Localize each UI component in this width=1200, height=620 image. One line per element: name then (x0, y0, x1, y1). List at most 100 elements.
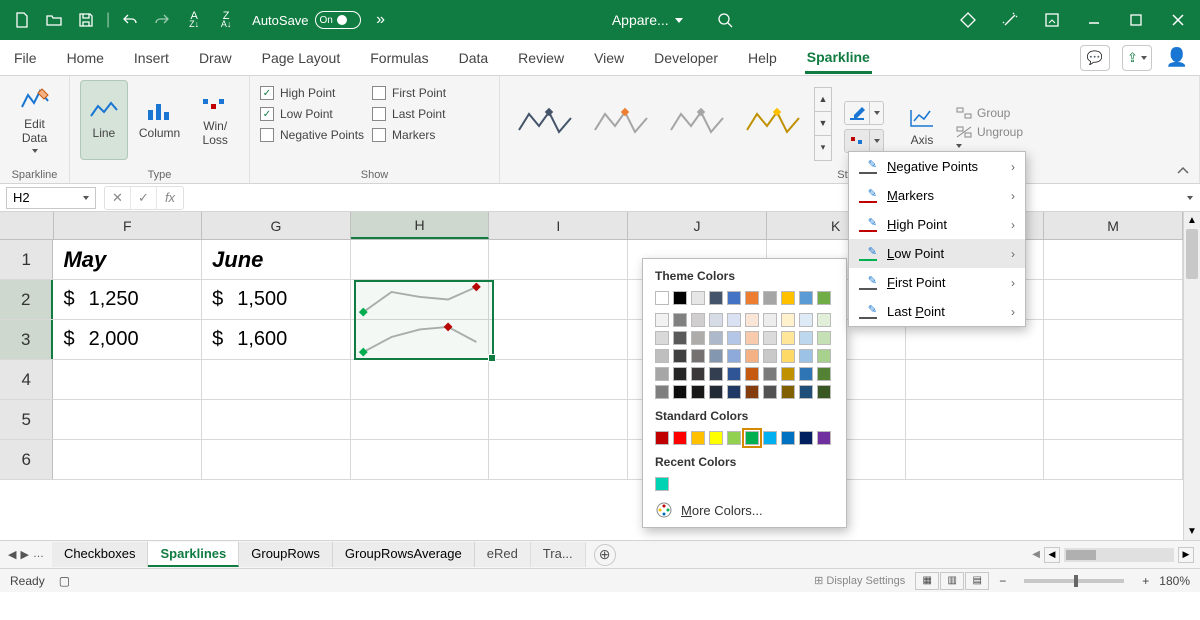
color-swatch[interactable] (781, 331, 795, 345)
maximize-icon[interactable] (1124, 8, 1148, 32)
fx-icon[interactable]: fx (157, 187, 183, 209)
color-swatch[interactable] (691, 349, 705, 363)
tab-formulas[interactable]: Formulas (368, 44, 430, 72)
color-swatch[interactable] (691, 385, 705, 399)
sparkline-color-button[interactable] (844, 101, 884, 125)
cell-F1[interactable]: May (53, 240, 202, 279)
tab-scroll-left[interactable]: ◀ (1032, 549, 1040, 560)
style-scroll-up[interactable]: ▲ (815, 88, 831, 112)
color-swatch[interactable] (727, 349, 741, 363)
color-swatch[interactable] (727, 291, 741, 305)
tab-home[interactable]: Home (65, 44, 106, 72)
cell-M1[interactable] (1044, 240, 1183, 279)
zoom-level[interactable]: 180% (1159, 574, 1190, 588)
color-swatch[interactable] (673, 367, 687, 381)
sheet-tab-partial[interactable]: Tra... (531, 542, 586, 567)
cell-G2[interactable]: $1,500 (202, 280, 351, 319)
sheet-tab-partial[interactable]: eRed (475, 542, 531, 567)
color-swatch[interactable] (727, 431, 741, 445)
zoom-slider[interactable] (1024, 579, 1124, 583)
color-swatch[interactable] (673, 313, 687, 327)
display-settings-label[interactable]: ⊞ Display Settings (814, 574, 905, 587)
cell-H6[interactable] (351, 440, 490, 479)
sheet-tab-grouprows[interactable]: GroupRows (239, 542, 333, 567)
tab-file[interactable]: File (12, 44, 39, 72)
formula-input[interactable] (184, 187, 1180, 209)
hscroll-right[interactable]: ▶ (1178, 547, 1194, 563)
color-swatch[interactable] (673, 331, 687, 345)
color-swatch[interactable] (817, 367, 831, 381)
color-swatch[interactable] (673, 385, 687, 399)
color-swatch[interactable] (691, 367, 705, 381)
add-sheet-button[interactable]: ⊕ (594, 544, 616, 566)
row-header-6[interactable]: 6 (0, 440, 53, 479)
enter-formula-icon[interactable]: ✓ (131, 187, 157, 209)
cell-F2[interactable]: $1,250 (53, 280, 202, 319)
cell-M5[interactable] (1044, 400, 1183, 439)
color-swatch[interactable] (817, 385, 831, 399)
search-icon[interactable] (713, 8, 737, 32)
cell-I4[interactable] (489, 360, 628, 399)
hscroll-track[interactable] (1064, 548, 1174, 562)
sparkline-type-column[interactable]: Column (136, 80, 184, 160)
column-header-G[interactable]: G (202, 212, 351, 239)
qa-overflow-icon[interactable]: » (369, 8, 393, 32)
vertical-scrollbar[interactable]: ▲ ▼ (1183, 212, 1200, 540)
color-swatch[interactable] (799, 431, 813, 445)
sheet-tab-grouprowsaverage[interactable]: GroupRowsAverage (333, 542, 475, 567)
axis-button[interactable]: Axis (900, 97, 944, 157)
color-swatch[interactable] (655, 291, 669, 305)
color-swatch[interactable] (817, 291, 831, 305)
cell-M6[interactable] (1044, 440, 1183, 479)
color-swatch[interactable] (655, 431, 669, 445)
color-swatch[interactable] (673, 349, 687, 363)
save-icon[interactable] (74, 8, 98, 32)
color-swatch[interactable] (763, 331, 777, 345)
marker-menu-high-point[interactable]: ✎High Point› (849, 210, 1025, 239)
more-colors-button[interactable]: More Colors... (655, 495, 834, 519)
cell-L4[interactable] (906, 360, 1045, 399)
cell-M4[interactable] (1044, 360, 1183, 399)
cell-F6[interactable] (53, 440, 202, 479)
cell-H2[interactable] (351, 280, 490, 319)
style-preset-2[interactable] (586, 99, 656, 149)
column-header-I[interactable]: I (489, 212, 628, 239)
new-file-icon[interactable] (10, 8, 34, 32)
tab-page-layout[interactable]: Page Layout (260, 44, 343, 72)
color-swatch[interactable] (655, 367, 669, 381)
cell-I1[interactable] (489, 240, 628, 279)
color-swatch[interactable] (655, 385, 669, 399)
color-swatch[interactable] (745, 431, 759, 445)
cell-F3[interactable]: $2,000 (53, 320, 202, 359)
expand-formula-bar[interactable] (1180, 196, 1200, 200)
tab-view[interactable]: View (592, 44, 626, 72)
color-swatch[interactable] (799, 331, 813, 345)
close-icon[interactable] (1166, 8, 1190, 32)
row-header-5[interactable]: 5 (0, 400, 53, 439)
view-normal[interactable]: ▦ (915, 572, 939, 590)
cell-G1[interactable]: June (202, 240, 351, 279)
account-icon[interactable]: 👤 (1164, 47, 1190, 68)
tab-sparkline[interactable]: Sparkline (805, 43, 872, 74)
color-swatch[interactable] (691, 291, 705, 305)
column-header-M[interactable]: M (1044, 212, 1183, 239)
autosave-toggle[interactable]: AutoSave On (252, 11, 360, 29)
color-swatch[interactable] (745, 385, 759, 399)
color-swatch[interactable] (799, 349, 813, 363)
cell-H5[interactable] (351, 400, 490, 439)
redo-icon[interactable] (150, 8, 174, 32)
check-high-point[interactable]: ✓High Point (260, 86, 364, 100)
cell-I2[interactable] (489, 280, 628, 319)
minimize-icon[interactable] (1082, 8, 1106, 32)
tab-review[interactable]: Review (516, 44, 566, 72)
color-swatch[interactable] (655, 349, 669, 363)
cell-L6[interactable] (906, 440, 1045, 479)
name-box[interactable]: H2 (6, 187, 96, 209)
color-swatch[interactable] (781, 431, 795, 445)
view-page-break[interactable]: ▤ (965, 572, 989, 590)
open-file-icon[interactable] (42, 8, 66, 32)
cell-H3[interactable] (351, 320, 490, 359)
color-swatch[interactable] (655, 331, 669, 345)
color-swatch[interactable] (763, 291, 777, 305)
color-swatch[interactable] (817, 313, 831, 327)
